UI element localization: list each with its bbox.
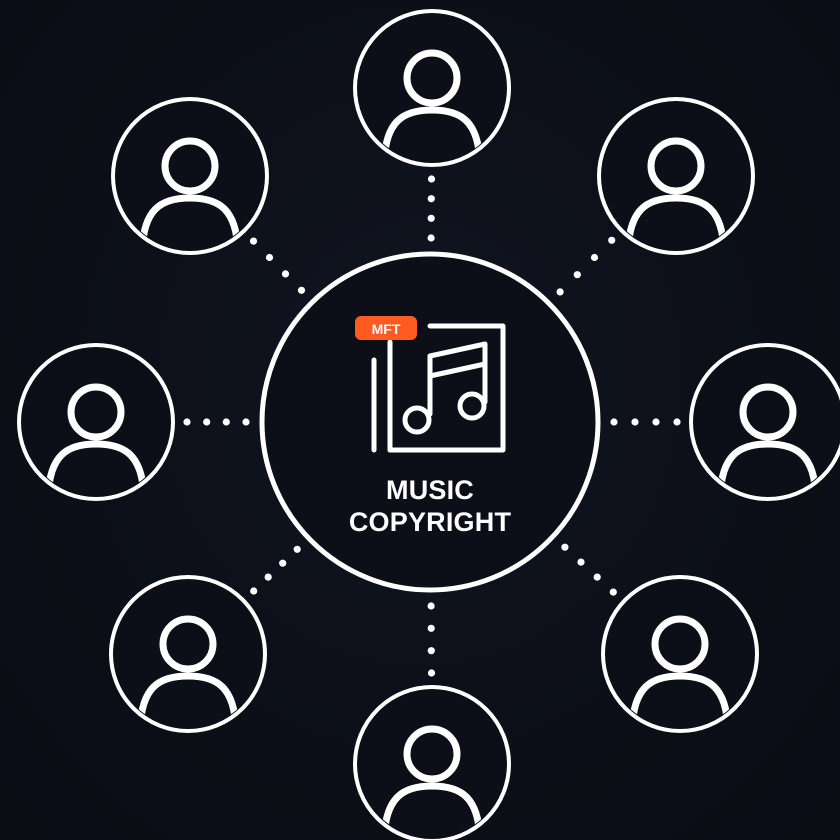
connector-dot bbox=[573, 271, 581, 279]
connector-dot bbox=[427, 214, 435, 222]
user-node-top-left bbox=[111, 97, 269, 255]
connector-dot bbox=[203, 418, 211, 426]
connector-dot bbox=[427, 669, 436, 677]
center-label: MUSIC COPYRIGHT bbox=[310, 474, 550, 538]
connector-dot bbox=[249, 237, 258, 245]
user-node-left bbox=[17, 343, 175, 501]
user-node-top bbox=[353, 9, 511, 167]
center-label-line1: MUSIC bbox=[386, 475, 474, 505]
connector-dot bbox=[609, 588, 617, 596]
user-node-ring bbox=[111, 97, 269, 255]
connector-dot bbox=[590, 253, 599, 262]
connector-dot bbox=[265, 253, 274, 262]
connector-dot bbox=[297, 286, 306, 294]
connector-dot bbox=[293, 545, 301, 553]
connector-dot bbox=[242, 418, 250, 426]
network-diagram: MFT bbox=[17, 9, 840, 840]
user-node-top-right bbox=[597, 97, 755, 255]
mft-badge: MFT bbox=[355, 316, 417, 340]
connector-dot bbox=[427, 624, 435, 632]
user-node-bottom-right bbox=[601, 575, 759, 733]
user-node-ring bbox=[689, 343, 840, 501]
connector-dot bbox=[279, 559, 287, 567]
connector-dot bbox=[556, 288, 564, 296]
center-hub: MFT bbox=[259, 251, 601, 593]
connector-dot bbox=[427, 602, 435, 610]
connector-dot bbox=[427, 195, 435, 203]
user-node-ring bbox=[597, 97, 755, 255]
connector-dot bbox=[561, 543, 569, 551]
diagram-stage: MFT MUSIC COPYRIGHT bbox=[0, 0, 840, 840]
connector-dot bbox=[610, 418, 618, 426]
connector-dot bbox=[631, 418, 639, 426]
user-node-bottom-left bbox=[109, 575, 267, 733]
user-node-ring bbox=[353, 685, 511, 840]
connector-dot bbox=[427, 234, 435, 242]
connector-dot bbox=[427, 175, 436, 183]
connector-dot bbox=[673, 418, 681, 426]
connector-dot bbox=[593, 573, 601, 581]
connector-dot bbox=[222, 418, 230, 426]
connector-dot bbox=[577, 558, 585, 566]
badge-label: MFT bbox=[372, 321, 401, 337]
connector-dot bbox=[281, 270, 290, 278]
connector-dot bbox=[608, 236, 616, 244]
user-node-right bbox=[689, 343, 840, 501]
user-node-ring bbox=[109, 575, 267, 733]
user-node-ring bbox=[601, 575, 759, 733]
connector-dot bbox=[652, 418, 660, 426]
user-node-ring bbox=[353, 9, 511, 167]
connector-dot bbox=[183, 418, 191, 426]
connector-dot bbox=[264, 573, 272, 581]
user-node-bottom bbox=[353, 685, 511, 840]
connector-dot bbox=[427, 647, 435, 655]
user-node-ring bbox=[17, 343, 175, 501]
connector-dot bbox=[250, 587, 258, 595]
center-label-line2: COPYRIGHT bbox=[348, 507, 512, 537]
